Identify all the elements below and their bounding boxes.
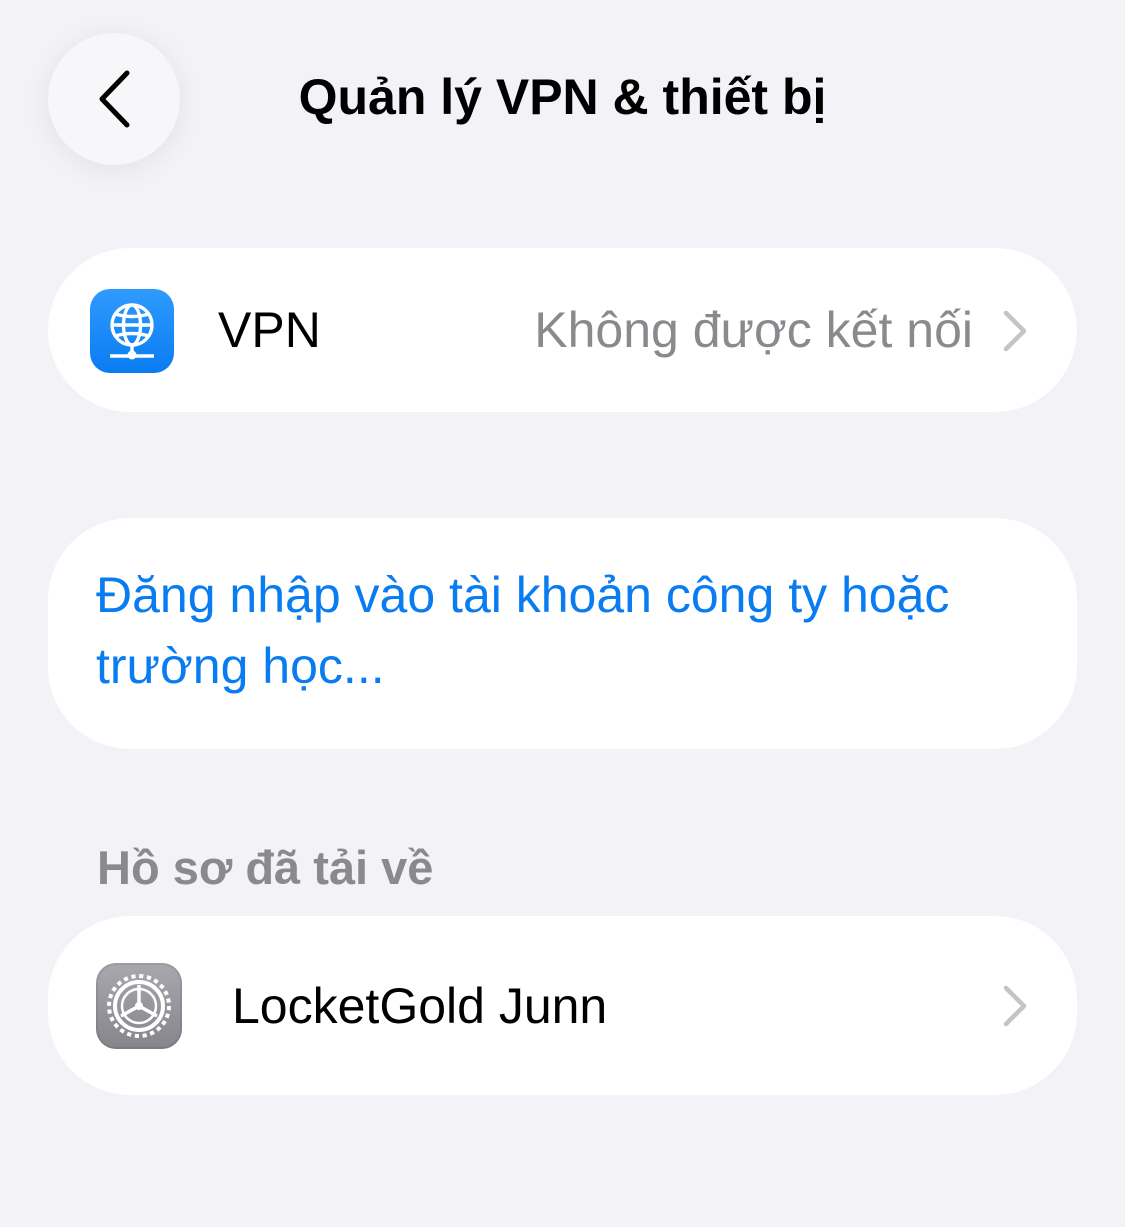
vpn-label: VPN xyxy=(218,302,321,358)
vpn-row[interactable]: VPN Không được kết nối xyxy=(48,248,1077,412)
profiles-card: LocketGold Junn xyxy=(48,916,1077,1095)
vpn-card: VPN Không được kết nối xyxy=(48,248,1077,412)
vpn-globe-icon xyxy=(90,289,174,373)
settings-gear-icon xyxy=(96,963,182,1049)
section-header-downloaded-profiles: Hồ sơ đã tải về xyxy=(97,841,434,894)
back-button[interactable] xyxy=(48,33,180,165)
signin-work-school-link[interactable]: Đăng nhập vào tài khoản công ty hoặc trư… xyxy=(96,560,977,702)
profile-name: LocketGold Junn xyxy=(232,978,608,1034)
signin-card: Đăng nhập vào tài khoản công ty hoặc trư… xyxy=(48,518,1077,749)
chevron-left-icon xyxy=(99,70,130,128)
vpn-status: Không được kết nối xyxy=(534,302,973,358)
profile-row[interactable]: LocketGold Junn xyxy=(48,916,1077,1095)
chevron-right-icon xyxy=(1003,985,1027,1027)
chevron-right-icon xyxy=(1003,310,1027,352)
